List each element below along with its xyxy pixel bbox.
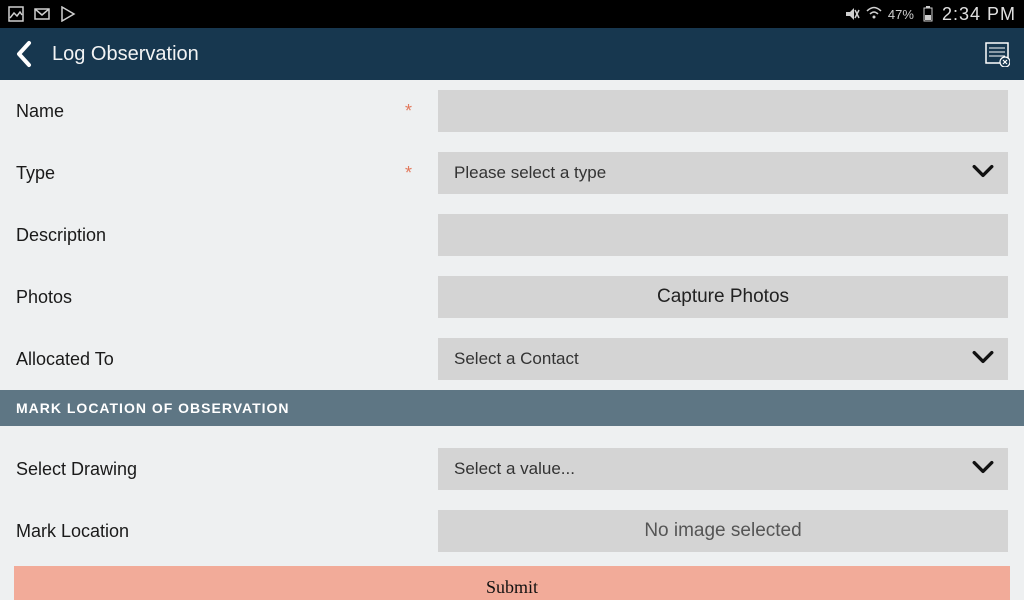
type-select-value: Please select a type <box>454 163 606 183</box>
row-allocated: Allocated To Select a Contact <box>0 328 1024 390</box>
type-select[interactable]: Please select a type <box>438 152 1008 194</box>
allocated-select-value: Select a Contact <box>454 349 579 369</box>
battery-icon <box>920 6 936 22</box>
name-label: Name <box>16 101 64 122</box>
app-header: Log Observation <box>0 28 1024 80</box>
clear-form-icon[interactable] <box>984 41 1010 67</box>
picture-icon <box>8 6 24 22</box>
wifi-icon <box>866 6 882 22</box>
row-mark-location: Mark Location No image selected <box>0 500 1024 562</box>
play-store-icon <box>60 6 76 22</box>
mark-label: Mark Location <box>16 521 129 542</box>
drawing-label: Select Drawing <box>16 459 137 480</box>
mark-location-placeholder[interactable]: No image selected <box>438 510 1008 552</box>
photos-label: Photos <box>16 287 72 308</box>
clock: 2:34 PM <box>942 4 1016 25</box>
chevron-down-icon <box>972 163 994 183</box>
required-marker: * <box>405 163 426 184</box>
mute-icon <box>844 6 860 22</box>
description-label: Description <box>16 225 106 246</box>
name-input[interactable] <box>438 90 1008 132</box>
type-label: Type <box>16 163 55 184</box>
chevron-down-icon <box>972 349 994 369</box>
submit-button[interactable]: Submit <box>14 566 1010 600</box>
required-marker: * <box>405 101 426 122</box>
form-area: Name * Type * Please select a type Descr… <box>0 80 1024 600</box>
back-button[interactable] <box>14 40 34 68</box>
row-description: Description <box>0 204 1024 266</box>
allocated-label: Allocated To <box>16 349 114 370</box>
mail-icon <box>34 6 50 22</box>
capture-photos-button[interactable]: Capture Photos <box>438 276 1008 318</box>
row-type: Type * Please select a type <box>0 142 1024 204</box>
description-input[interactable] <box>438 214 1008 256</box>
row-photos: Photos Capture Photos <box>0 266 1024 328</box>
page-title: Log Observation <box>52 43 199 66</box>
row-drawing: Select Drawing Select a value... <box>0 426 1024 500</box>
section-header-location: MARK LOCATION OF OBSERVATION <box>0 390 1024 426</box>
battery-pct: 47% <box>888 7 914 22</box>
allocated-select[interactable]: Select a Contact <box>438 338 1008 380</box>
drawing-select[interactable]: Select a value... <box>438 448 1008 490</box>
row-name: Name * <box>0 80 1024 142</box>
status-bar: 47% 2:34 PM <box>0 0 1024 28</box>
chevron-down-icon <box>972 459 994 479</box>
drawing-select-value: Select a value... <box>454 459 575 479</box>
